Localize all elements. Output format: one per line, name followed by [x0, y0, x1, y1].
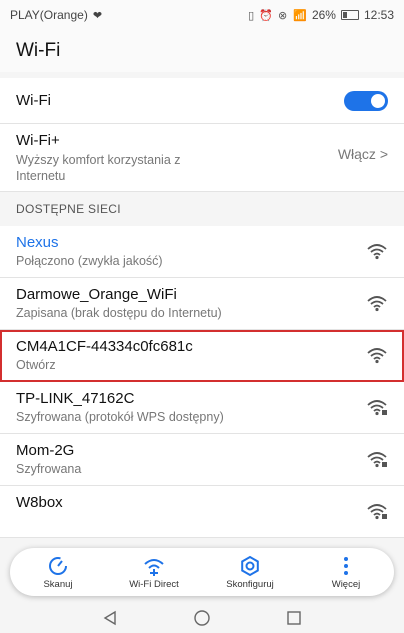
gear-icon [239, 555, 261, 577]
network-name: W8box [16, 494, 63, 511]
wifi-signal-icon [367, 296, 387, 312]
status-icons: ▯ ⏰ ⊗ [248, 9, 289, 22]
back-triangle-icon [103, 610, 116, 626]
network-name: Darmowe_Orange_WiFi [16, 286, 177, 303]
recents-square-icon [287, 611, 301, 625]
home-button[interactable] [192, 608, 212, 628]
bottom-toolbar: Skanuj Wi-Fi Direct Skonfiguruj Więcej [10, 548, 394, 596]
network-name: TP-LINK_47162C [16, 390, 135, 407]
scan-button[interactable]: Skanuj [18, 555, 98, 590]
network-state: Zapisana (brak dostępu do Internetu) [16, 306, 222, 320]
wifi-toggle-row[interactable]: Wi-Fi [0, 78, 404, 124]
network-row[interactable]: TP-LINK_47162C Szyfrowana (protokół WPS d… [0, 382, 404, 434]
configure-label: Skonfiguruj [226, 578, 274, 590]
network-row[interactable]: Darmowe_Orange_WiFi Zapisana (brak dostęp… [0, 278, 404, 330]
battery-percent: 26% [311, 8, 336, 22]
network-name: Nexus [16, 234, 59, 251]
available-networks-header: DOSTĘPNE SIECI [0, 192, 404, 226]
carrier-label: PLAY(Orange) [10, 8, 88, 22]
network-row[interactable]: CM4A1CF-44334c0fc681c Otwórz [0, 330, 404, 382]
wifi-locked-icon [367, 504, 387, 520]
system-nav-bar [0, 603, 404, 633]
configure-button[interactable]: Skonfiguruj [210, 555, 290, 590]
recents-button[interactable] [284, 608, 304, 628]
clock: 12:53 [363, 8, 394, 22]
wifi-locked-icon [367, 452, 387, 468]
wifi-toggle-label: Wi-Fi [16, 92, 51, 109]
heart-icon: ❤ [92, 9, 103, 22]
wifi-plus-title: Wi-Fi+ [16, 132, 60, 149]
network-state: Szyfrowana [16, 462, 82, 476]
wifi-direct-button[interactable]: Wi-Fi Direct [114, 555, 194, 590]
wifi-signal-icon [367, 244, 387, 260]
network-state: Szyfrowana (protokół WPS dostępny) [16, 410, 224, 424]
wifi-plus-description: Wyższy komfort korzystania z Internetu [16, 153, 181, 183]
more-label: Więcej [331, 578, 361, 590]
network-name: CM4A1CF-44334c0fc681c [16, 338, 193, 355]
wifi-status-icon: 📶 [293, 9, 307, 22]
battery-icon [340, 10, 359, 20]
status-bar: PLAY(Orange) ❤ ▯ ⏰ ⊗ 📶 26% 12:53 [0, 0, 404, 30]
toggle-knob [371, 93, 385, 108]
network-state: Otwórz [16, 358, 56, 372]
network-name: Mom-2G [16, 442, 75, 459]
app-bar: Wi-Fi [0, 30, 404, 72]
wifi-plus-enable-link[interactable]: Włącz > [338, 146, 388, 162]
settings-content: Wi-Fi Wi-Fi+ Wyższy komfort korzystania … [0, 78, 404, 538]
network-row[interactable]: Nexus Połączono (zwykła jakość) [0, 226, 404, 278]
back-button[interactable] [100, 608, 120, 628]
wifi-direct-icon [142, 555, 166, 577]
wifi-direct-label: Wi-Fi Direct [129, 578, 179, 590]
wifi-plus-row[interactable]: Wi-Fi+ Wyższy komfort korzystania z Inte… [0, 124, 404, 192]
network-row[interactable]: Mom-2G Szyfrowana [0, 434, 404, 486]
more-vertical-icon [343, 555, 349, 577]
wifi-signal-icon [367, 348, 387, 364]
scan-label: Skanuj [43, 578, 73, 590]
wifi-locked-icon [367, 400, 387, 416]
scan-icon [47, 555, 69, 577]
network-list: Nexus Połączono (zwykła jakość) Darmowe_Or… [0, 226, 404, 538]
home-circle-icon [194, 610, 210, 626]
more-button[interactable]: Więcej [306, 555, 386, 590]
network-state: Połączono (zwykła jakość) [16, 254, 163, 268]
network-row[interactable]: W8box [0, 486, 404, 538]
wifi-toggle-switch[interactable] [344, 90, 388, 111]
page-title: Wi-Fi [16, 40, 61, 61]
